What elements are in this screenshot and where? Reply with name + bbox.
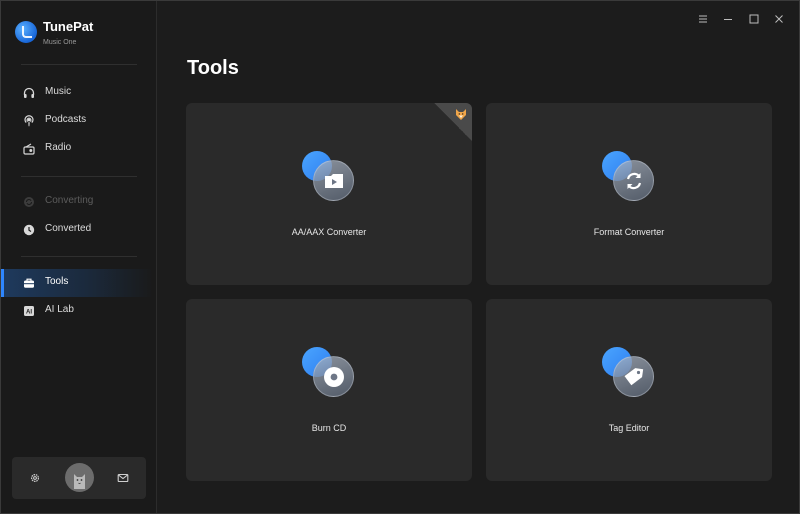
tool-label: Tag Editor: [608, 423, 650, 433]
tool-card-format-converter[interactable]: Format Converter: [486, 103, 772, 285]
icon-front-circle: [613, 160, 654, 201]
close-icon[interactable]: [773, 13, 785, 25]
divider: [21, 256, 137, 257]
sidebar-item-podcasts[interactable]: Podcasts: [1, 107, 153, 135]
icon-front-circle: [313, 356, 354, 397]
sidebar: TunePat Music One Music Podcasts Radio C…: [1, 1, 157, 513]
sidebar-item-converting[interactable]: Converting: [1, 188, 153, 216]
app-subtitle: Music One: [43, 39, 77, 46]
tool-label: Format Converter: [593, 227, 665, 237]
tunepat-logo-icon: [15, 21, 37, 43]
sidebar-item-tools[interactable]: Tools: [1, 269, 153, 297]
divider: [21, 64, 137, 65]
sidebar-bottom-bar: [12, 457, 146, 499]
sidebar-item-radio[interactable]: Radio: [1, 135, 153, 163]
tool-card-aa-aax-converter[interactable]: AA/AAX Converter: [186, 103, 472, 285]
menu-icon[interactable]: [697, 13, 709, 25]
divider: [21, 176, 137, 177]
sidebar-item-label: AI Lab: [45, 304, 74, 315]
avatar[interactable]: [65, 463, 94, 492]
tool-icon: [302, 149, 356, 201]
tool-card-burn-cd[interactable]: Burn CD: [186, 299, 472, 481]
tool-label: AA/AAX Converter: [291, 227, 367, 237]
tool-icon: [302, 345, 356, 397]
sidebar-item-label: Converted: [45, 223, 92, 234]
cat-avatar-icon: [74, 474, 85, 489]
app-window: TunePat Music One Music Podcasts Radio C…: [0, 0, 800, 514]
converting-icon: [24, 197, 34, 207]
tool-icon: [602, 149, 656, 201]
tool-icon: [602, 345, 656, 397]
sidebar-item-label: Radio: [45, 142, 72, 153]
tag-icon: [624, 367, 643, 385]
svg-text:AI: AI: [26, 310, 32, 316]
app-name: TunePat: [43, 19, 94, 34]
video-play-icon: [324, 173, 343, 188]
fox-badge-icon: [456, 109, 466, 120]
maximize-icon[interactable]: [748, 13, 760, 25]
refresh-icon: [626, 172, 641, 189]
sidebar-item-label: Music: [45, 86, 72, 97]
tool-label: Burn CD: [311, 423, 347, 433]
mail-icon[interactable]: [117, 472, 129, 484]
gear-icon[interactable]: [29, 472, 41, 484]
headphones-icon: [23, 87, 35, 98]
sidebar-item-label: Podcasts: [45, 114, 87, 125]
corner-badge: [434, 103, 472, 141]
disc-icon: [323, 366, 344, 387]
sidebar-item-converted[interactable]: Converted: [1, 216, 153, 244]
toolbox-icon: [24, 278, 34, 288]
sidebar-item-ai-lab[interactable]: AI AI Lab: [1, 297, 153, 325]
clock-icon: [23, 224, 35, 236]
radio-icon: [23, 143, 35, 155]
icon-front-circle: [613, 356, 654, 397]
sidebar-item-music[interactable]: Music: [1, 79, 153, 107]
page-title: Tools: [187, 57, 239, 79]
tool-card-tag-editor[interactable]: Tag Editor: [486, 299, 772, 481]
sidebar-item-label: Tools: [45, 276, 69, 287]
sidebar-item-label: Converting: [45, 195, 94, 206]
ai-icon: AI: [24, 306, 34, 316]
minimize-icon[interactable]: [722, 13, 734, 25]
icon-front-circle: [313, 160, 354, 201]
podcast-icon: [24, 115, 34, 127]
